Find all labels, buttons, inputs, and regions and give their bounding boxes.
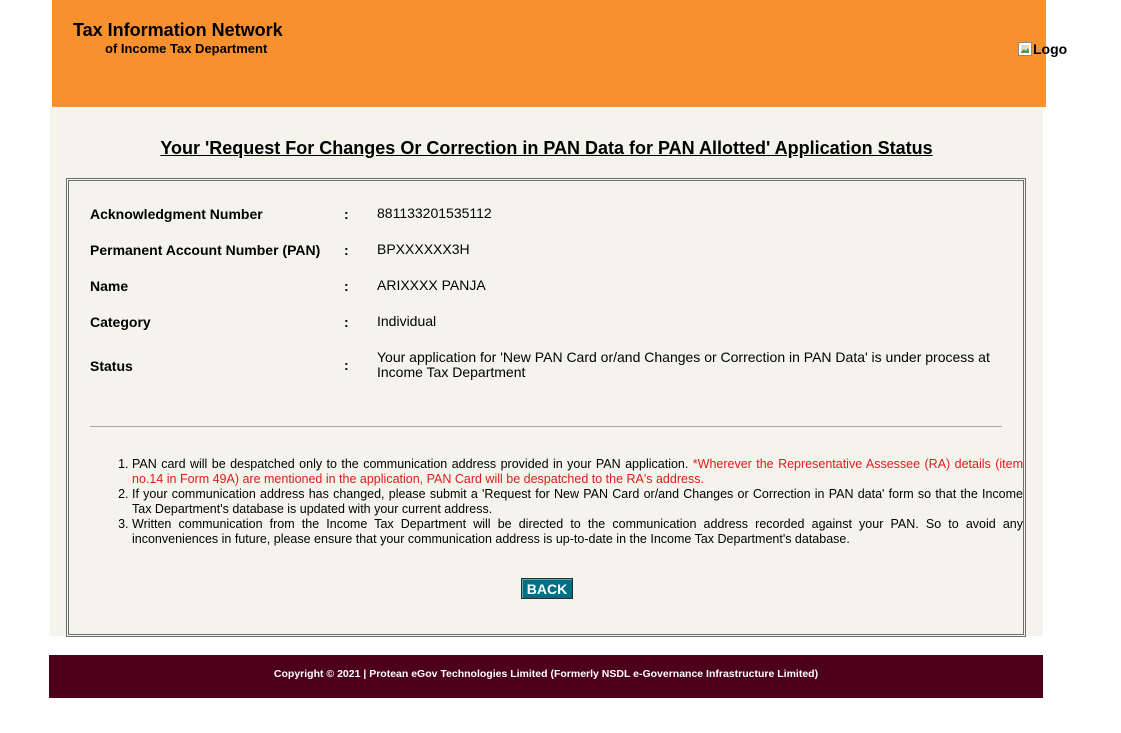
detail-value: BPXXXXXX3H (377, 241, 470, 257)
site-footer: Copyright © 2021 | Protean eGov Technolo… (49, 655, 1043, 698)
list-item: PAN card will be despatched only to the … (132, 457, 1023, 487)
detail-label: Acknowledgment Number (90, 206, 263, 222)
site-subtitle: of Income Tax Department (105, 41, 268, 56)
detail-value: Your application for 'New PAN Card or/an… (377, 349, 990, 380)
list-item: If your communication address has change… (132, 487, 1023, 517)
page-title: Your 'Request For Changes Or Correction … (160, 138, 933, 158)
status-panel: Acknowledgment Number : 881133201535112 … (66, 178, 1026, 637)
detail-label: Permanent Account Number (PAN) (90, 242, 321, 258)
detail-separator: : (344, 314, 349, 330)
detail-separator: : (344, 206, 349, 222)
main-content: Your 'Request For Changes Or Correction … (50, 107, 1043, 637)
note-text: PAN card will be despatched only to the … (132, 457, 693, 471)
detail-label: Name (90, 278, 129, 294)
detail-separator: : (344, 242, 349, 258)
detail-separator: : (344, 357, 349, 373)
note-text: Written communication from the Income Ta… (132, 517, 1023, 546)
copyright-text: Copyright © 2021 | Protean eGov Technolo… (273, 668, 819, 680)
logo: Logo (1018, 41, 1067, 57)
divider (90, 426, 1002, 427)
logo-alt-text: Logo (1033, 41, 1068, 57)
broken-image-icon (1018, 42, 1032, 56)
note-text: If your communication address has change… (132, 487, 1023, 516)
site-header: Tax Information Network of Income Tax De… (52, 0, 1067, 107)
site-title: Tax Information Network (73, 20, 283, 40)
detail-row-status: Status : Your application for 'New PAN C… (90, 350, 1010, 390)
detail-label: Status (90, 358, 133, 374)
detail-value: ARIXXXX PANJA (377, 277, 486, 293)
detail-separator: : (344, 278, 349, 294)
notes-list: PAN card will be despatched only to the … (111, 457, 1023, 547)
list-item: Written communication from the Income Ta… (132, 517, 1023, 547)
detail-value: 881133201535112 (377, 205, 492, 221)
detail-value: Individual (377, 313, 437, 329)
detail-label: Category (90, 314, 151, 330)
back-button[interactable]: BACK (521, 578, 573, 599)
